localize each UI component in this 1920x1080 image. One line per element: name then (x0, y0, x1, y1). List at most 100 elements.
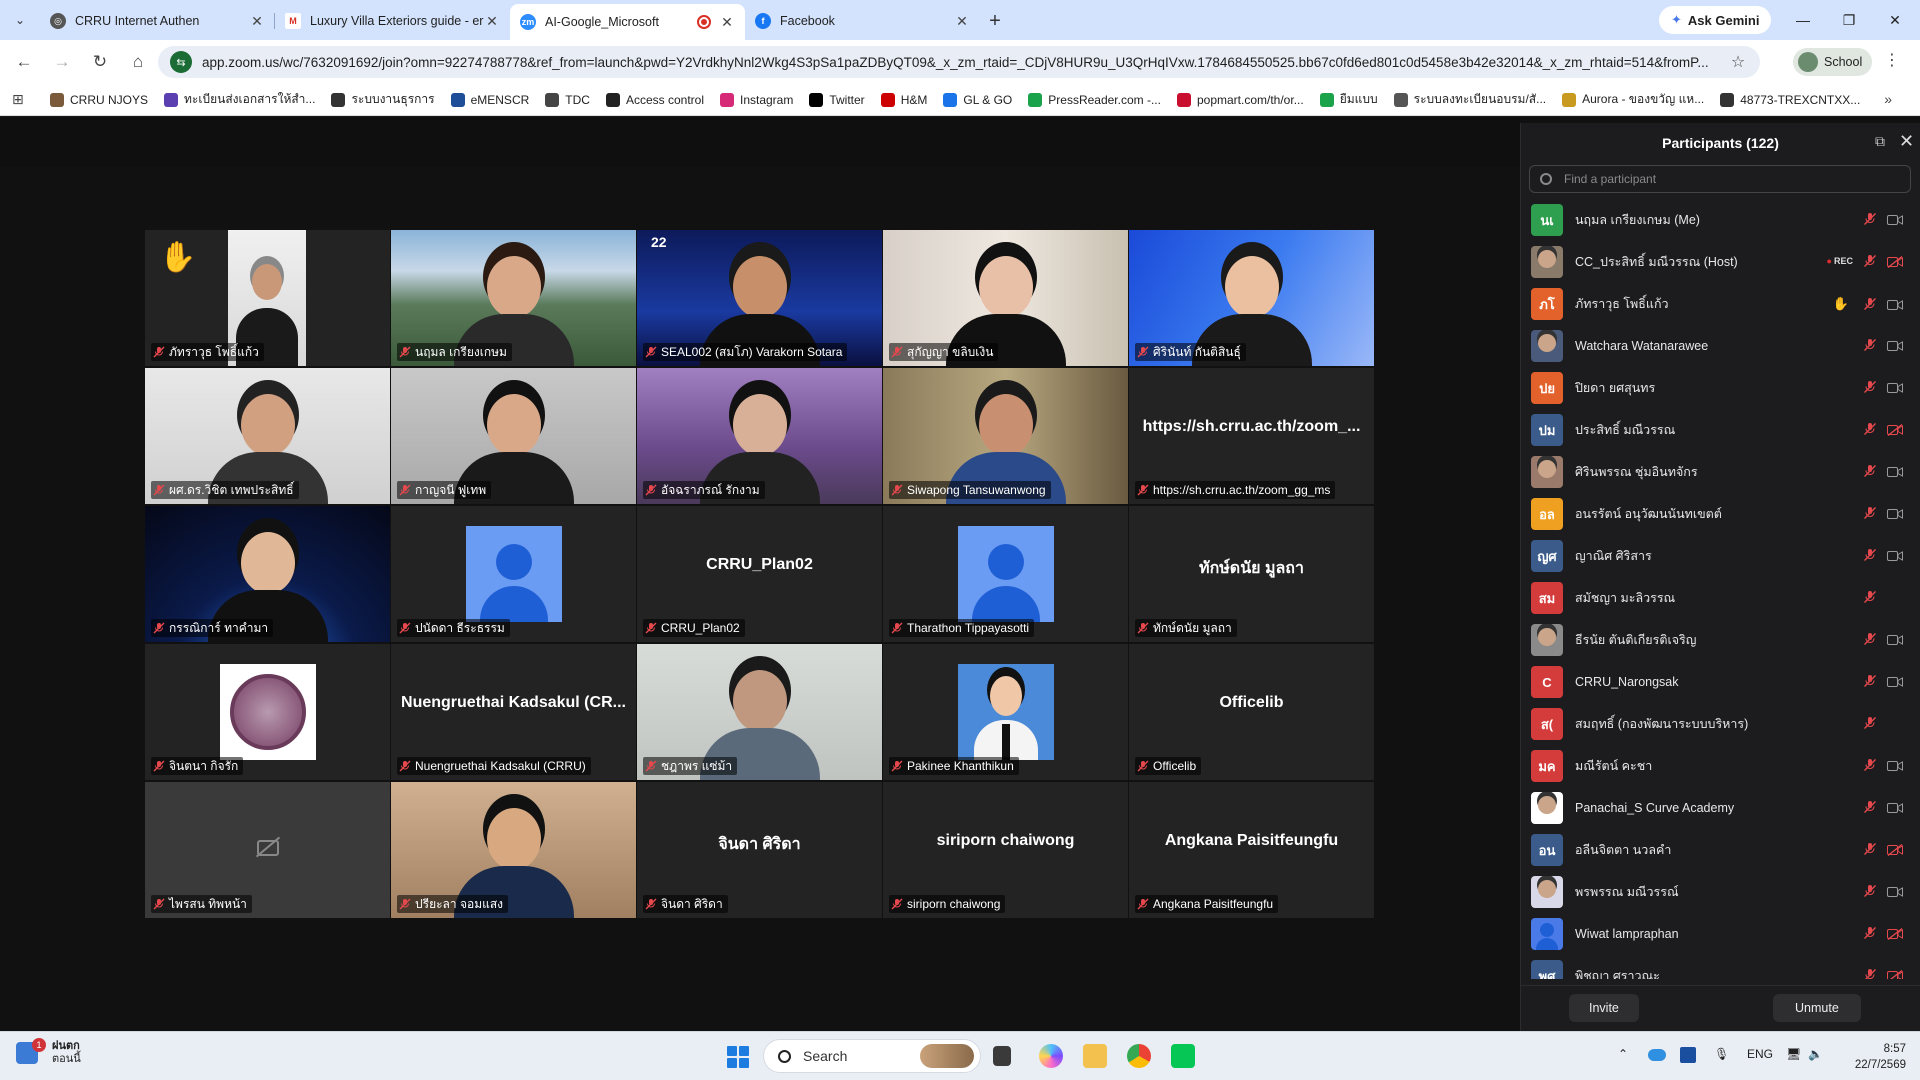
participant-row[interactable]: อล อนรรัตน์ อนุวัฒนนันทเขตต์ (1521, 493, 1920, 535)
back-arrow-icon[interactable]: ← (6, 44, 42, 80)
close-icon[interactable]: ✕ (954, 13, 970, 30)
tray-chevron-icon[interactable]: ⌃ (1618, 1047, 1628, 1061)
app-tray-icon[interactable] (1680, 1047, 1696, 1063)
participant-row[interactable]: สม สมัชญา มะลิวรรณ (1521, 577, 1920, 619)
unmute-button[interactable]: Unmute (1773, 994, 1861, 1022)
participant-tile[interactable]: กาญจนี ฟูเทพ (391, 368, 636, 504)
bookmark-item[interactable]: PressReader.com -... (1028, 92, 1161, 107)
close-icon[interactable]: ✕ (1899, 131, 1914, 152)
forward-arrow-icon[interactable]: → (44, 44, 80, 80)
bookmark-item[interactable]: ยืมแบบ (1319, 90, 1378, 109)
line-app-icon[interactable] (1171, 1044, 1195, 1068)
participant-row[interactable]: Watchara Watanarawee (1521, 325, 1920, 367)
participant-tile[interactable]: Siwapong Tansuwanwong (883, 368, 1128, 504)
close-icon[interactable]: ✕ (484, 13, 500, 30)
participant-tile[interactable]: อัจฉราภรณ์ รักงาม (637, 368, 882, 504)
bookmark-item[interactable]: ระบบลงทะเบียนอบรม/สั... (1393, 90, 1546, 109)
participant-tile[interactable]: ไพรสน ทิพหน้า (145, 782, 390, 918)
tab-facebook[interactable]: f Facebook ✕ (745, 4, 980, 38)
ask-gemini-button[interactable]: ✦ Ask Gemini (1659, 6, 1772, 34)
tab-zoom-meeting[interactable]: zm AI-Google_Microsoft ✕ (510, 4, 745, 40)
participant-row[interactable]: Panachai_S Curve Academy (1521, 787, 1920, 829)
windows-start-icon[interactable] (727, 1046, 749, 1068)
invite-button[interactable]: Invite (1569, 994, 1639, 1022)
participant-tile[interactable]: Tharathon Tippayasotti (883, 506, 1128, 642)
address-bar[interactable]: ⇆ app.zoom.us/wc/7632091692/join?omn=922… (158, 46, 1760, 78)
participant-tile[interactable]: ปรียะลา จอมแสง (391, 782, 636, 918)
bookmark-item[interactable]: Aurora - ของขวัญ แห... (1562, 90, 1704, 109)
participant-row[interactable]: C CRRU_Narongsak (1521, 661, 1920, 703)
more-menu-icon[interactable]: ⋮ (1884, 50, 1900, 70)
tab-search-chevron-icon[interactable]: ⌄ (0, 0, 40, 40)
bookmark-item[interactable]: TDC (545, 92, 590, 107)
site-info-icon[interactable]: ⇆ (170, 51, 192, 73)
participant-row[interactable]: ปม ประสิทธิ์ มณีวรรณ (1521, 409, 1920, 451)
participant-tile[interactable]: กรรณิการ์ ทาคำมา (145, 506, 390, 642)
participant-row[interactable]: ศิรินพรรณ ชุ่มอินทจักร (1521, 451, 1920, 493)
file-explorer-icon[interactable] (1083, 1044, 1107, 1068)
home-icon[interactable]: ⌂ (120, 44, 156, 80)
participant-tile[interactable]: https://sh.crru.ac.th/zoom_... https://sh… (1129, 368, 1374, 504)
task-view-icon[interactable] (993, 1046, 1011, 1066)
participant-tile[interactable]: Officelib Officelib (1129, 644, 1374, 780)
participant-tile[interactable]: ผศ.ดร.วิชิต เทพประสิทธิ์ (145, 368, 390, 504)
participant-row[interactable]: ญศ ญาณิศ ศิริสาร (1521, 535, 1920, 577)
bookmark-item[interactable]: Instagram (719, 92, 793, 107)
minimize-icon[interactable]: — (1780, 0, 1826, 40)
bookmark-item[interactable]: popmart.com/th/or... (1176, 92, 1304, 107)
participant-tile[interactable]: Nuengruethai Kadsakul (CR... Nuengruethai… (391, 644, 636, 780)
url-text[interactable]: app.zoom.us/wc/7632091692/join?omn=92274… (202, 55, 1728, 70)
onedrive-icon[interactable] (1648, 1049, 1666, 1061)
bookmarks-overflow-icon[interactable]: » (1884, 91, 1892, 107)
network-icon[interactable]: 🖥 (1786, 1047, 1801, 1061)
bookmark-item[interactable]: ทะเบียนส่งเอกสารให้สำ... (164, 90, 315, 109)
participant-search-input[interactable]: Find a participant (1529, 165, 1911, 193)
tab-gmail[interactable]: M Luxury Villa Exteriors guide - er ✕ (275, 4, 510, 38)
bookmark-item[interactable]: Access control (605, 92, 704, 107)
participant-row[interactable]: ปย ปิยดา ยศสุนทร (1521, 367, 1920, 409)
participant-tile[interactable]: นฤมล เกรียงเกษม (391, 230, 636, 366)
profile-button[interactable]: School (1793, 48, 1873, 76)
bookmark-item[interactable]: GL & GO (943, 92, 1012, 107)
participant-tile[interactable]: จินตนา กิจรัก (145, 644, 390, 780)
participant-tile[interactable]: CRRU_Plan02 CRRU_Plan02 (637, 506, 882, 642)
bookmark-star-icon[interactable]: ☆ (1728, 52, 1748, 72)
chrome-icon[interactable] (1127, 1044, 1151, 1068)
tab-crru-internet[interactable]: ◎ CRRU Internet Authen ✕ (40, 4, 275, 38)
bookmark-item[interactable]: Twitter (809, 92, 865, 107)
participant-row[interactable]: นเ นฤมล เกรียงเกษม (Me) (1521, 199, 1920, 241)
taskbar-search[interactable]: Search (763, 1039, 981, 1073)
participant-row[interactable]: CC_ประสิทธิ์ มณีวรรณ (Host) REC (1521, 241, 1920, 283)
participant-tile[interactable]: ชฎาพร แซ่ม้า (637, 644, 882, 780)
participant-tile[interactable]: ศิรินันท์ กันติสินธุ์ (1129, 230, 1374, 366)
bookmark-item[interactable]: ระบบงานธุรการ (331, 90, 435, 109)
participant-row[interactable]: มค มณีรัตน์ คะชา (1521, 745, 1920, 787)
pop-out-icon[interactable]: ⧉ (1875, 133, 1885, 150)
participant-tile[interactable]: ปนัดดา ธีระธรรม (391, 506, 636, 642)
system-clock[interactable]: 8:57 22/7/2569 (1836, 1041, 1906, 1073)
participant-row[interactable]: อน อลีนจิตตา นวลคำ (1521, 829, 1920, 871)
window-close-icon[interactable]: ✕ (1872, 0, 1918, 40)
participant-tile[interactable]: สุกัญญา ขลิบเงิน (883, 230, 1128, 366)
participant-row[interactable]: ธีรนัย ตันติเกียรติเจริญ (1521, 619, 1920, 661)
copilot-icon[interactable] (1039, 1044, 1063, 1068)
close-icon[interactable]: ✕ (719, 14, 735, 31)
microphone-icon[interactable]: 🎙 (1714, 1047, 1729, 1061)
new-tab-button[interactable]: + (980, 6, 1010, 36)
apps-grid-icon[interactable]: ⊞ (12, 91, 34, 108)
participant-tile[interactable]: ✋ ภัทราวุธ โพธิ์แก้ว (145, 230, 390, 366)
volume-icon[interactable]: 🔈 (1808, 1047, 1823, 1061)
participant-row[interactable]: พศ พิชญา ศราวณะ (1521, 955, 1920, 979)
participant-row[interactable]: พรพรรณ มณีวรรณ์ (1521, 871, 1920, 913)
participant-row[interactable]: Wiwat lampraphan (1521, 913, 1920, 955)
participant-tile[interactable]: จินดา ศิริดา จินดา ศิริดา (637, 782, 882, 918)
participant-row[interactable]: ส(สมฤทธิ์ (กองพัฒนาระบบบริหาร) (1521, 703, 1920, 745)
bookmark-item[interactable]: H&M (880, 92, 927, 107)
participant-list[interactable]: นเ นฤมล เกรียงเกษม (Me) CC_ประสิทธิ์ มณีวร… (1521, 199, 1920, 979)
bookmark-item[interactable]: 48773-TREXCNTXX... (1720, 92, 1860, 107)
language-indicator[interactable]: ENG (1747, 1047, 1773, 1061)
reload-icon[interactable]: ↻ (82, 44, 118, 80)
participant-row[interactable]: ภโ ภัทราวุธ โพธิ์แก้ว ✋ (1521, 283, 1920, 325)
weather-widget[interactable]: 1 ฝนตก ตอนนี้ (16, 1038, 81, 1066)
close-icon[interactable]: ✕ (249, 13, 265, 30)
